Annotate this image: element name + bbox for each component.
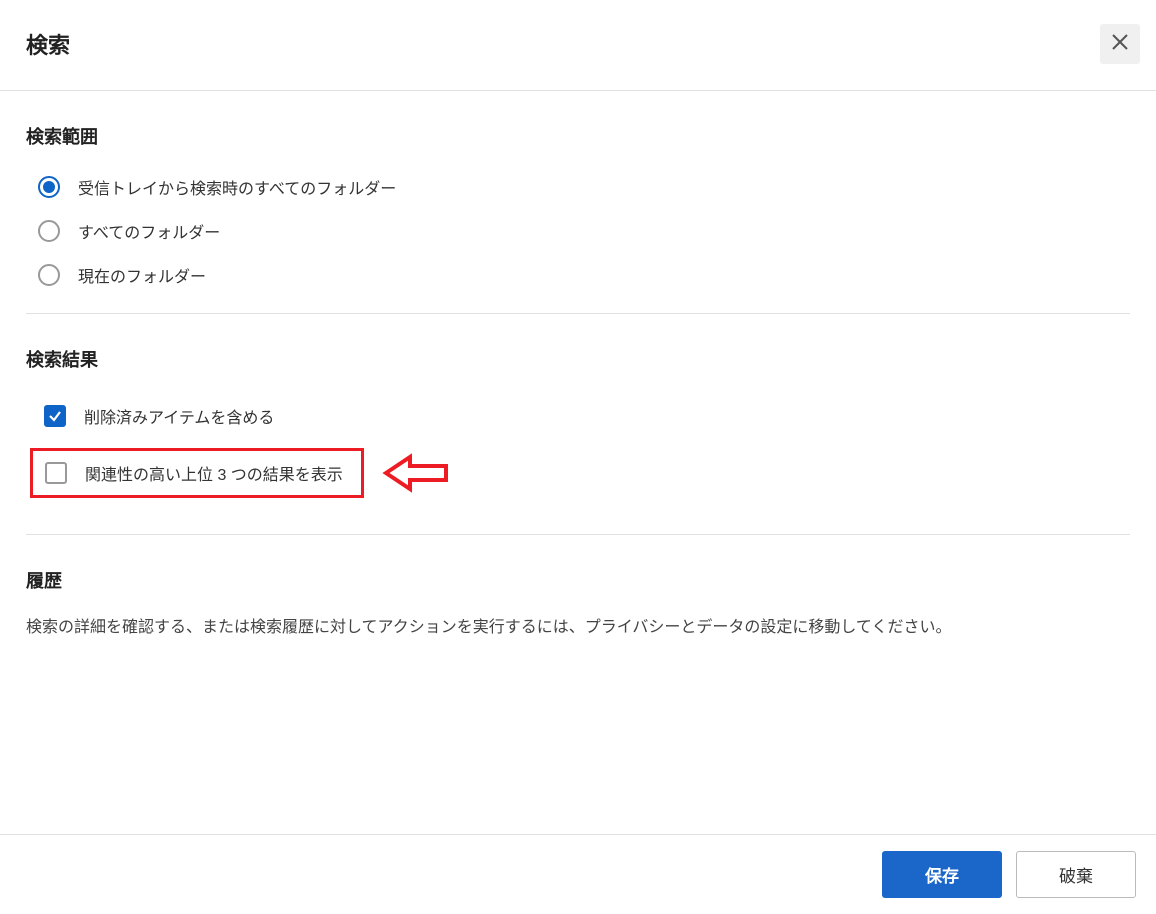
section-divider [26, 313, 1130, 314]
section-title-history: 履歴 [26, 567, 1130, 593]
section-history: 履歴 検索の詳細を確認する、または検索履歴に対してアクションを実行するには、プラ… [0, 567, 1156, 641]
dialog-header: 検索 [0, 0, 1156, 82]
close-button[interactable] [1100, 24, 1140, 64]
dialog-title: 検索 [26, 28, 70, 60]
dialog-footer: 保存 破棄 [0, 834, 1156, 914]
history-description: 検索の詳細を確認する、または検索履歴に対してアクションを実行するには、プライバシ… [26, 615, 1130, 641]
save-button[interactable]: 保存 [882, 851, 1002, 898]
checkbox-label: 削除済みアイテムを含める [84, 404, 274, 428]
section-divider [26, 534, 1130, 535]
annotation-highlight-box: 関連性の高い上位 3 つの結果を表示 [30, 448, 364, 498]
section-title-results: 検索結果 [26, 346, 1130, 372]
section-search-scope: 検索範囲 受信トレイから検索時のすべてのフォルダー すべてのフォルダー 現在のフ… [0, 123, 1156, 314]
checkbox-icon [45, 462, 67, 484]
annotation-arrow-left-icon [382, 453, 452, 493]
section-title-scope: 検索範囲 [26, 123, 1130, 149]
checkbox-icon [44, 405, 66, 427]
radio-label: 受信トレイから検索時のすべてのフォルダー [78, 175, 396, 199]
close-icon [1111, 32, 1129, 56]
radio-icon [38, 220, 60, 242]
checkbox-label: 関連性の高い上位 3 つの結果を表示 [85, 461, 343, 485]
checkbox-include-deleted[interactable]: 削除済みアイテムを含める [38, 398, 1130, 434]
radio-scope-all-folders[interactable]: すべてのフォルダー [38, 219, 1130, 243]
radio-label: すべてのフォルダー [78, 219, 220, 243]
radio-scope-inbox-all-folders[interactable]: 受信トレイから検索時のすべてのフォルダー [38, 175, 1130, 199]
checkbox-top3-relevant[interactable]: 関連性の高い上位 3 つの結果を表示 [39, 451, 349, 495]
radio-icon [38, 264, 60, 286]
header-divider [0, 90, 1156, 91]
discard-button[interactable]: 破棄 [1016, 851, 1136, 898]
radio-label: 現在のフォルダー [78, 263, 206, 287]
section-search-results: 検索結果 削除済みアイテムを含める 関連性の高い上位 3 つの結果を表示 [0, 346, 1156, 535]
radio-scope-current-folder[interactable]: 現在のフォルダー [38, 263, 1130, 287]
radio-icon [38, 176, 60, 198]
